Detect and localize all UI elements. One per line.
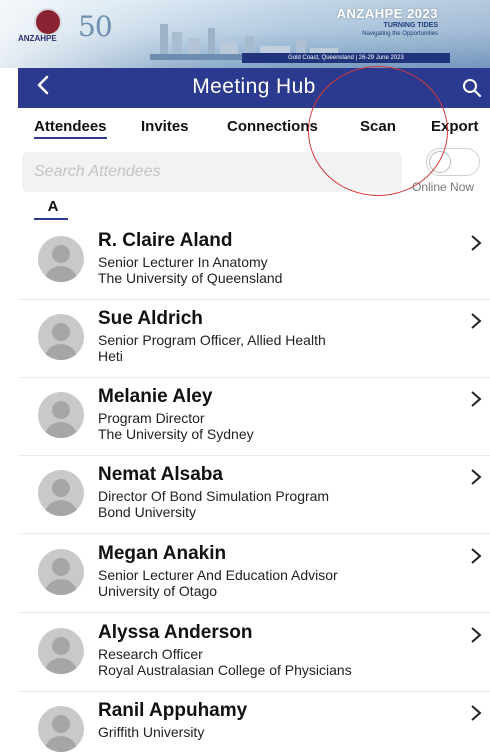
attendee-row[interactable]: Melanie Aley Program Director The Univer… xyxy=(18,386,490,456)
location-strip: Gold Coast, Queensland | 26-29 June 2023 xyxy=(242,53,450,63)
online-now-toggle[interactable] xyxy=(426,148,480,176)
section-letter: A xyxy=(47,198,59,215)
attendee-row[interactable]: Sue Aldrich Senior Program Officer, Alli… xyxy=(18,308,490,378)
tab-connections[interactable]: Connections xyxy=(227,118,318,135)
tab-invites[interactable]: Invites xyxy=(141,118,189,135)
attendee-title: Senior Lecturer And Education Advisor xyxy=(98,567,338,583)
chevron-right-icon xyxy=(471,627,482,643)
conference-tagline: TURNING TIDES xyxy=(383,22,438,29)
search-icon[interactable] xyxy=(462,78,482,98)
chevron-right-icon xyxy=(471,705,482,721)
search-field-container xyxy=(22,152,402,192)
section-underline xyxy=(34,218,68,220)
attendee-org: Heti xyxy=(98,348,123,364)
online-now-label: Online Now xyxy=(412,180,475,194)
avatar xyxy=(38,236,84,282)
toggle-knob xyxy=(429,151,451,173)
attendee-org: The University of Queensland xyxy=(98,270,283,286)
attendee-title: Senior Lecturer In Anatomy xyxy=(98,254,268,270)
tab-export[interactable]: Export xyxy=(431,118,479,135)
tab-bar: Attendees Invites Connections Scan Expor… xyxy=(18,108,490,148)
attendee-name: Megan Anakin xyxy=(98,543,227,564)
org-logo-text: ANZAHPE xyxy=(18,34,57,43)
page-title: Meeting Hub xyxy=(192,75,316,98)
search-input[interactable] xyxy=(22,152,402,192)
chevron-right-icon xyxy=(471,235,482,251)
attendee-row[interactable]: Ranil Appuhamy Griffith University xyxy=(18,700,490,752)
attendee-title: Research Officer xyxy=(98,646,203,662)
attendee-org: University of Otago xyxy=(98,583,218,599)
top-nav-bar: Meeting Hub xyxy=(18,68,490,108)
attendee-row[interactable]: Megan Anakin Senior Lecturer And Educati… xyxy=(18,543,490,613)
attendee-title: Griffith University xyxy=(98,724,205,740)
attendee-name: R. Claire Aland xyxy=(98,230,233,251)
avatar xyxy=(38,628,84,674)
chevron-right-icon xyxy=(471,469,482,485)
avatar xyxy=(38,706,84,752)
tab-scan[interactable]: Scan xyxy=(360,118,396,135)
conference-banner: ANZAHPE 50 ANZAHPE 2023 TURNING TIDES Na… xyxy=(0,0,490,68)
chevron-right-icon xyxy=(471,548,482,564)
chevron-right-icon xyxy=(471,391,482,407)
attendee-name: Sue Aldrich xyxy=(98,308,203,329)
attendee-row[interactable]: R. Claire Aland Senior Lecturer In Anato… xyxy=(18,230,490,300)
anzahpe-logo-icon xyxy=(34,8,62,36)
conference-subtagline: Navigating the Opportunities xyxy=(362,31,438,37)
anniversary-logo: 50 xyxy=(78,10,113,43)
attendee-title: Program Director xyxy=(98,410,205,426)
avatar xyxy=(38,470,84,516)
attendee-name: Nemat Alsaba xyxy=(98,464,223,485)
attendee-title: Director Of Bond Simulation Program xyxy=(98,488,330,504)
attendee-name: Ranil Appuhamy xyxy=(98,700,248,721)
avatar xyxy=(38,314,84,360)
attendee-name: Alyssa Anderson xyxy=(98,622,253,643)
attendee-row[interactable]: Nemat Alsaba Director Of Bond Simulation… xyxy=(18,464,490,534)
tab-attendees[interactable]: Attendees xyxy=(34,118,107,139)
attendee-org: Bond University xyxy=(98,504,197,520)
attendee-name: Melanie Aley xyxy=(98,386,213,407)
avatar xyxy=(38,549,84,595)
attendee-title: Senior Program Officer, Allied Health xyxy=(98,332,326,348)
attendee-org: The University of Sydney xyxy=(98,426,254,442)
chevron-right-icon xyxy=(471,313,482,329)
avatar xyxy=(38,392,84,438)
attendee-row[interactable]: Alyssa Anderson Research Officer Royal A… xyxy=(18,622,490,692)
attendee-org: Royal Australasian College of Physicians xyxy=(98,662,352,678)
conference-name: ANZAHPE 2023 xyxy=(336,6,438,21)
